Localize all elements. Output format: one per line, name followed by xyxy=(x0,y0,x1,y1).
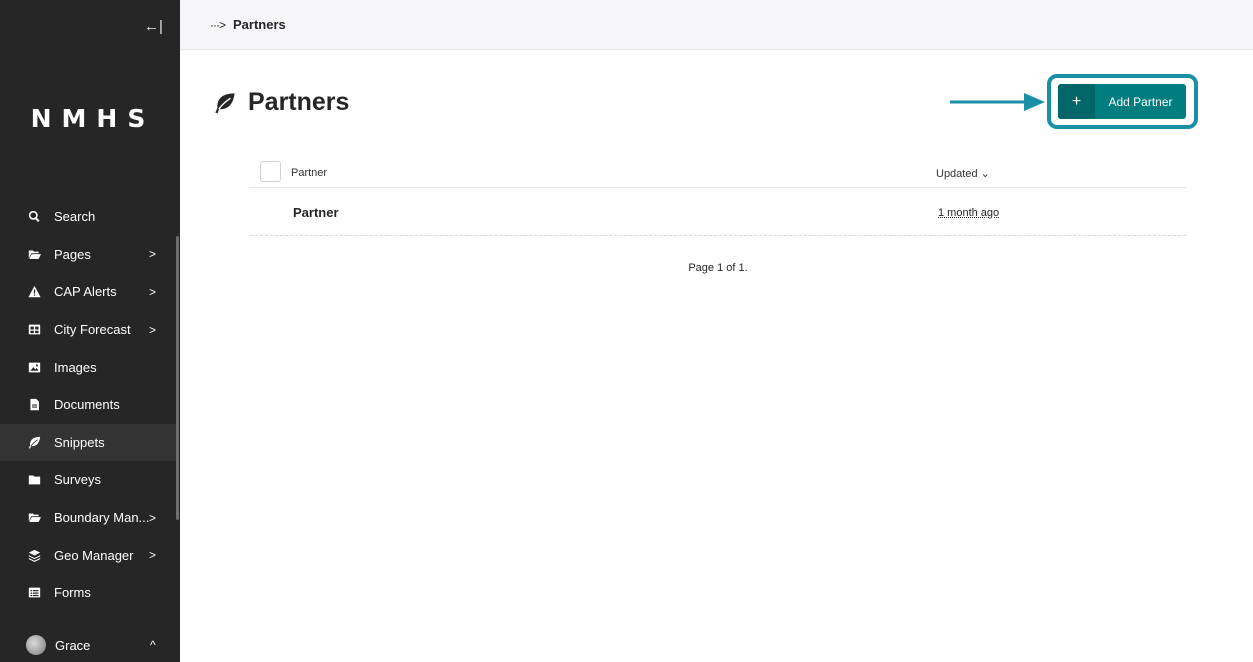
account-menu[interactable]: Grace ^ xyxy=(0,628,180,662)
table-icon xyxy=(27,323,41,337)
page-title: Partners xyxy=(248,88,350,116)
collapse-sidebar-icon[interactable]: ←| xyxy=(144,18,163,35)
annotation-arrow-icon xyxy=(950,93,1045,111)
sidebar-item-label: Search xyxy=(54,209,96,225)
page-header: Partners xyxy=(214,88,349,117)
sidebar-item-boundary-manager[interactable]: Boundary Man... > xyxy=(0,499,176,537)
site-logo[interactable]: NMHS xyxy=(0,104,180,133)
column-header-partner[interactable]: Partner xyxy=(291,167,327,179)
sidebar-item-geo-manager[interactable]: Geo Manager > xyxy=(0,536,176,574)
breadcrumb-expand-button[interactable]: ···> xyxy=(210,18,226,32)
table-header: Partner Updated ⌄ xyxy=(250,160,1186,188)
pagination-status: Page 1 of 1. xyxy=(688,262,748,274)
layers-icon xyxy=(27,548,41,562)
sidebar-scrollbar[interactable] xyxy=(176,236,179,520)
leaf-icon xyxy=(215,92,235,113)
chevron-right-icon: > xyxy=(149,322,157,337)
list-icon xyxy=(27,586,41,600)
image-icon xyxy=(27,360,41,374)
chevron-right-icon: > xyxy=(149,548,157,563)
chevron-right-icon: > xyxy=(149,510,157,525)
avatar xyxy=(26,635,46,655)
sidebar-item-label: City Forecast xyxy=(54,322,131,338)
sidebar-item-snippets[interactable]: Snippets xyxy=(0,423,176,462)
warning-icon xyxy=(27,285,41,299)
folder-open-icon xyxy=(27,511,41,525)
main-nav: Search Pages > CAP Alerts > City Forecas… xyxy=(0,198,176,612)
sidebar-item-label: Images xyxy=(54,359,97,375)
add-partner-label: Add Partner xyxy=(1108,94,1173,109)
sidebar-item-label: Geo Manager xyxy=(54,547,134,563)
chevron-right-icon: > xyxy=(149,247,157,262)
sidebar-item-images[interactable]: Images xyxy=(0,348,176,386)
sidebar-item-pages[interactable]: Pages > xyxy=(0,236,176,274)
sidebar-item-label: Forms xyxy=(54,585,91,601)
chevron-up-icon: ^ xyxy=(150,638,156,652)
sidebar-item-label: Surveys xyxy=(54,472,101,488)
breadcrumb-current: Partners xyxy=(233,17,286,32)
folder-open-icon xyxy=(27,247,41,261)
sidebar-item-surveys[interactable]: Surveys xyxy=(0,461,176,499)
sidebar-item-label: Snippets xyxy=(54,434,105,450)
user-name: Grace xyxy=(55,637,91,653)
column-header-updated[interactable]: Updated ⌄ xyxy=(936,167,990,180)
sidebar-item-label: Documents xyxy=(54,397,120,413)
sidebar-item-search[interactable]: Search xyxy=(0,198,176,236)
partners-table: Partner Updated ⌄ Partner 1 month ago xyxy=(250,160,1186,236)
row-title-link[interactable]: Partner xyxy=(293,205,339,220)
leaf-icon xyxy=(27,435,41,449)
sidebar-item-label: CAP Alerts xyxy=(54,284,117,300)
header-bar: ···> Partners xyxy=(180,0,1253,50)
sidebar: ←| NMHS Search Pages > CAP Alerts > City… xyxy=(0,0,180,662)
sidebar-item-city-forecast[interactable]: City Forecast > xyxy=(0,311,176,349)
sidebar-item-forms[interactable]: Forms xyxy=(0,574,176,612)
sidebar-item-documents[interactable]: Documents xyxy=(0,386,176,424)
sidebar-item-label: Boundary Man... xyxy=(54,510,150,526)
table-row: Partner 1 month ago xyxy=(250,188,1186,236)
select-all-checkbox[interactable] xyxy=(260,161,281,182)
folder-icon xyxy=(27,473,41,487)
add-partner-button[interactable]: + Add Partner xyxy=(1058,84,1186,119)
plus-icon: + xyxy=(1058,84,1095,119)
sidebar-item-cap-alerts[interactable]: CAP Alerts > xyxy=(0,273,176,311)
row-updated: 1 month ago xyxy=(938,207,1000,219)
sidebar-item-label: Pages xyxy=(54,246,91,262)
chevron-right-icon: > xyxy=(149,284,157,299)
search-icon xyxy=(27,210,41,224)
document-icon xyxy=(27,398,41,412)
